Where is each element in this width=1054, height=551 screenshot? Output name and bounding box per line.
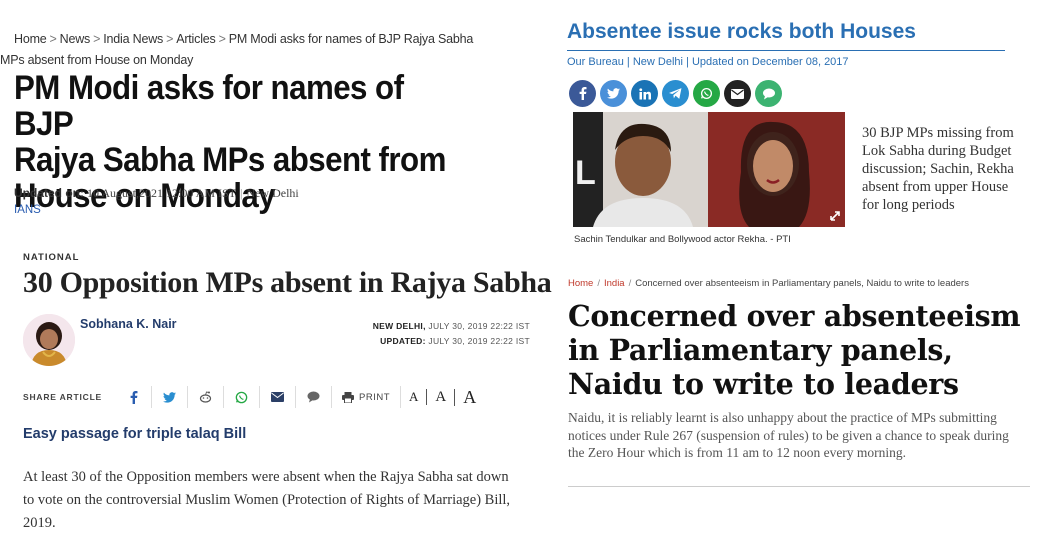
- article-meta: Our Bureau | New Delhi | Updated on Dece…: [567, 56, 849, 68]
- telegram-icon[interactable]: [662, 80, 689, 107]
- breadcrumb-separator: /: [628, 278, 632, 289]
- breadcrumb-current: Concerned over absenteeism in Parliament…: [635, 278, 969, 289]
- article-subheading: Easy passage for triple talaq Bill: [23, 426, 247, 442]
- breadcrumb-separator: >: [93, 32, 101, 46]
- divider: [568, 486, 1030, 487]
- updated-date: Updated on December 08, 2017: [691, 56, 849, 68]
- breadcrumb-separator: >: [218, 32, 226, 46]
- updated-label: Updated on:: [14, 186, 84, 200]
- share-label: SHARE ARTICLE: [23, 392, 103, 402]
- whatsapp-icon[interactable]: [693, 80, 720, 107]
- photo-caption: Sachin Tendulkar and Bollywood actor Rek…: [574, 234, 791, 245]
- facebook-icon[interactable]: [116, 386, 153, 408]
- article-body: At least 30 of the Opposition members we…: [23, 469, 511, 531]
- dateline-updated: UPDATED: JULY 30, 2019 22:22 IST: [373, 334, 530, 349]
- comment-icon[interactable]: [296, 386, 333, 408]
- dateline-place: NEW DELHI,: [372, 321, 426, 331]
- breadcrumb-home[interactable]: Home: [568, 278, 593, 289]
- twitter-icon[interactable]: [600, 80, 627, 107]
- linkedin-icon[interactable]: [631, 80, 658, 107]
- print-icon: [342, 391, 355, 403]
- article-photo[interactable]: L: [573, 112, 845, 227]
- article-body: Naidu, it is reliably learnt is also unh…: [568, 410, 1009, 460]
- font-size-large-button[interactable]: A: [455, 387, 484, 408]
- dateline-published: NEW DELHI, JULY 30, 2019 22:22 IST: [373, 319, 530, 334]
- print-button[interactable]: PRINT: [332, 386, 402, 408]
- facebook-icon[interactable]: [569, 80, 596, 107]
- breadcrumb-current-overflow: MPs absent from House on Monday: [0, 53, 194, 67]
- breadcrumb-home[interactable]: Home: [14, 32, 47, 46]
- breadcrumb-india-news[interactable]: India News: [103, 32, 163, 46]
- location: New Delhi: [632, 56, 683, 68]
- breadcrumb-separator: >: [49, 32, 57, 46]
- author-name[interactable]: Sobhana K. Nair: [80, 317, 177, 331]
- updated-date: 10 August,2021 12:00 AM IST: [87, 186, 237, 200]
- avatar[interactable]: [23, 314, 75, 366]
- headline-line: Rajya Sabha MPs absent from: [14, 141, 446, 179]
- breadcrumb-india[interactable]: India: [604, 278, 625, 289]
- font-size-small-button[interactable]: A: [401, 389, 428, 405]
- headline-line: in Parliamentary panels,: [568, 333, 953, 367]
- section-label[interactable]: NATIONAL: [23, 252, 79, 263]
- divider: [567, 50, 1005, 51]
- published-date: JULY 30, 2019 22:22 IST: [428, 321, 530, 331]
- article-headline: Absentee issue rocks both Houses: [567, 20, 916, 43]
- twitter-icon[interactable]: [152, 386, 189, 408]
- breadcrumb: Home > News > India News > Articles > PM Modi as…: [14, 32, 473, 46]
- headline-line: PM Modi asks for names of BJP: [14, 69, 404, 143]
- headline-line: Naidu to write to leaders: [568, 367, 959, 401]
- reddit-icon[interactable]: [188, 386, 225, 408]
- print-label: PRINT: [359, 391, 391, 403]
- breadcrumb: Home / India / Concerned over absenteeism in…: [568, 278, 969, 289]
- updated-info: Updated on: 10 August,2021 12:00 AM IST |…: [14, 186, 299, 201]
- font-size-medium-button[interactable]: A: [427, 388, 456, 406]
- dateline: NEW DELHI, JULY 30, 2019 22:22 IST UPDAT…: [373, 319, 530, 349]
- email-icon[interactable]: [260, 386, 297, 408]
- updated-date: JULY 30, 2019 22:22 IST: [428, 336, 530, 346]
- breadcrumb-current: PM Modi asks for names of BJP Rajya Sabh…: [228, 32, 474, 46]
- article-headline: 30 Opposition MPs absent in Rajya Sabha: [23, 266, 552, 299]
- divider: |: [240, 186, 243, 200]
- breadcrumb-separator: /: [597, 278, 600, 289]
- share-bar: [569, 80, 782, 107]
- article-headline: Concerned over absenteeism in Parliament…: [568, 299, 1038, 401]
- breadcrumb-separator: >: [166, 32, 174, 46]
- email-icon[interactable]: [724, 80, 751, 107]
- related-teaser[interactable]: 30 BJP MPs missing from Lok Sabha during…: [862, 124, 1022, 214]
- author-link[interactable]: Our Bureau: [567, 56, 624, 68]
- headline-line: Concerned over absenteeism: [568, 299, 1021, 333]
- svg-text:L: L: [575, 154, 596, 192]
- location: New Delhi: [246, 186, 299, 200]
- chat-icon[interactable]: [755, 80, 782, 107]
- whatsapp-icon[interactable]: [224, 386, 261, 408]
- share-bar: SHARE ARTICLE PRINT A A A: [23, 385, 503, 409]
- source-link[interactable]: IANS: [14, 204, 41, 216]
- breadcrumb-articles[interactable]: Articles: [176, 32, 216, 46]
- breadcrumb-news[interactable]: News: [60, 32, 91, 46]
- updated-label: UPDATED:: [380, 336, 426, 346]
